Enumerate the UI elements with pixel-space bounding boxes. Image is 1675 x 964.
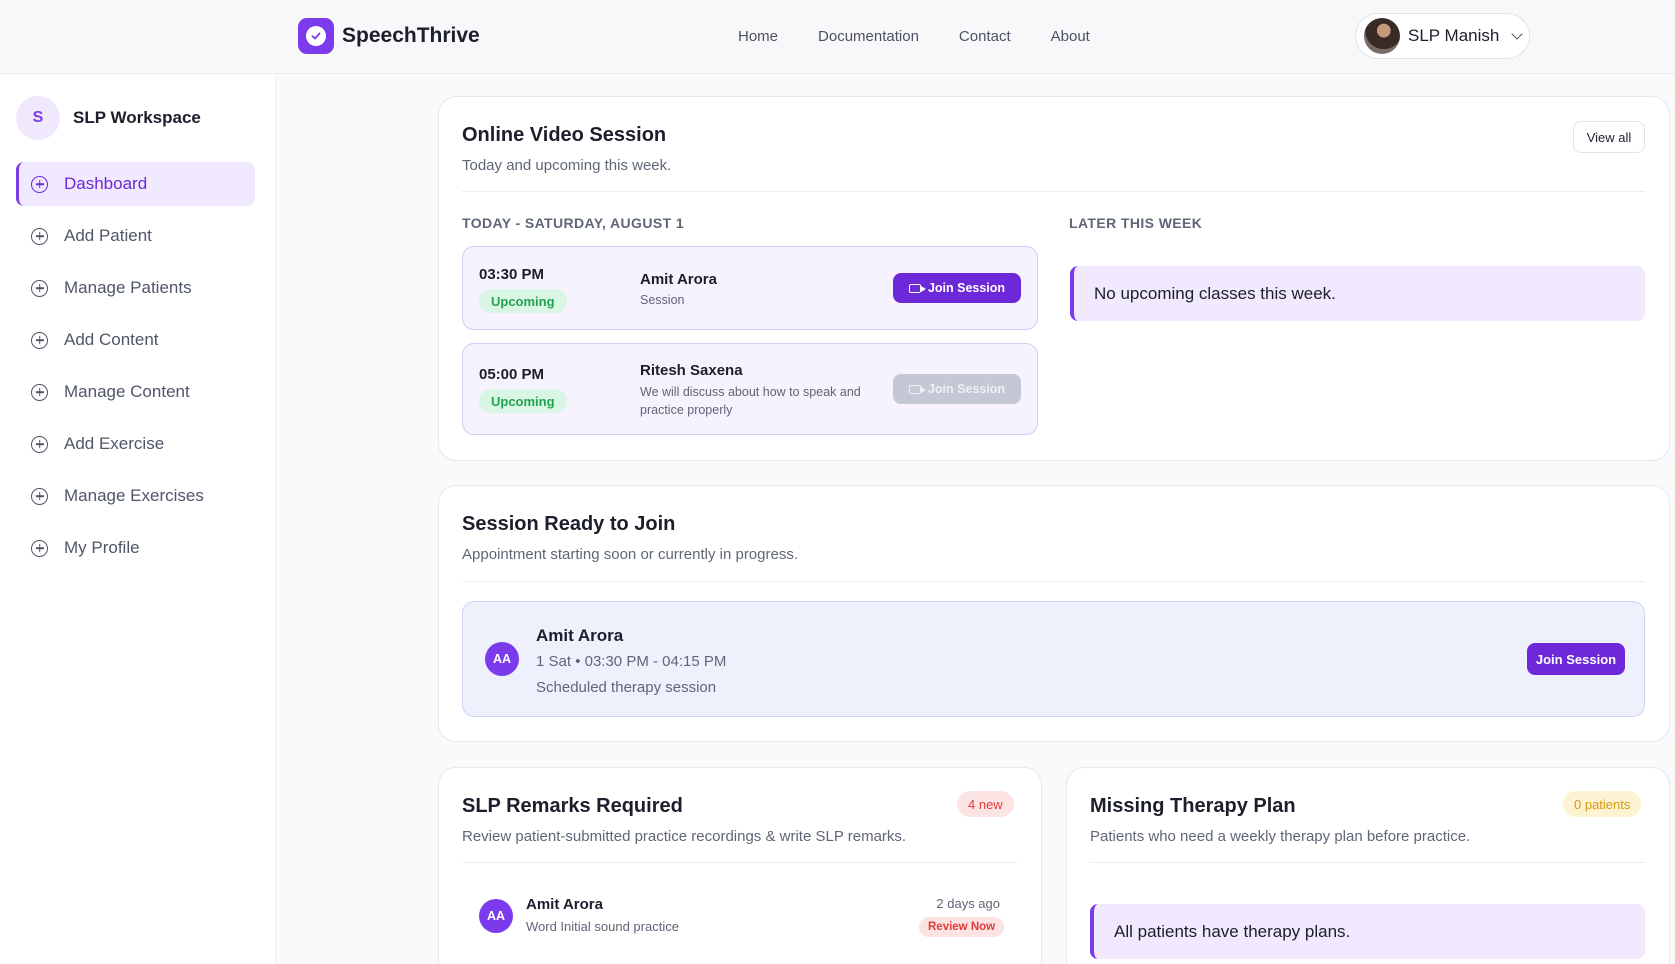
session-time: 05:00 PM: [479, 366, 545, 383]
brand-logo-icon: [298, 18, 334, 54]
join-session-button[interactable]: Join Session: [1527, 643, 1625, 675]
ready-session-subtitle: Appointment starting soon or currently i…: [462, 546, 798, 563]
status-badge: Upcoming: [479, 289, 567, 313]
session-patient-name: Amit Arora: [640, 271, 717, 288]
sidebar-item-manage-content[interactable]: Manage Content: [16, 370, 255, 414]
sidebar-item-my-profile[interactable]: My Profile: [16, 526, 255, 570]
avatar: [1364, 18, 1400, 54]
sidebar-item-label: My Profile: [64, 538, 140, 557]
workspace-header: S SLP Workspace: [16, 96, 201, 140]
divider: [462, 581, 1645, 582]
sidebar-item-label: Manage Content: [64, 382, 190, 401]
sidebar-item-label: Manage Patients: [64, 278, 192, 297]
nav-home[interactable]: Home: [738, 28, 778, 45]
therapy-empty-note: All patients have therapy plans.: [1090, 904, 1645, 959]
video-camera-icon: [908, 283, 926, 293]
workspace-avatar: S: [16, 96, 60, 140]
later-label: LATER THIS WEEK: [1069, 215, 1203, 231]
review-now-button[interactable]: Review Now: [919, 917, 1005, 937]
remarks-title: SLP Remarks Required: [462, 795, 683, 817]
top-navbar: SpeechThrive Home Documentation Contact …: [0, 0, 1675, 74]
video-session-title: Online Video Session: [462, 124, 667, 146]
user-name: SLP Manish: [1408, 26, 1500, 45]
sidebar-item-label: Dashboard: [64, 174, 148, 193]
plus-circle-icon: [31, 331, 48, 349]
workspace-name: SLP Workspace: [73, 108, 201, 127]
brand[interactable]: SpeechThrive: [298, 18, 480, 54]
session-description: We will discuss about how to speak and p…: [640, 385, 861, 417]
status-badge: Upcoming: [479, 389, 567, 413]
main-nav: Home Documentation Contact About: [738, 28, 1090, 45]
nav-contact[interactable]: Contact: [959, 28, 1011, 45]
ready-patient-name: Amit Arora: [536, 626, 624, 645]
sidebar-item-add-patient[interactable]: Add Patient: [16, 214, 255, 258]
ready-session-time: 1 Sat • 03:30 PM - 04:15 PM: [536, 653, 727, 670]
session-item: 05:00 PM Upcoming Ritesh Saxena We will …: [462, 343, 1038, 435]
session-patient-name: Ritesh Saxena: [640, 362, 743, 379]
remark-description: Word Initial sound practice: [526, 919, 679, 934]
plus-circle-icon: [31, 435, 48, 453]
sidebar-item-label: Add Patient: [64, 226, 152, 245]
nav-about[interactable]: About: [1051, 28, 1090, 45]
session-description: Session: [640, 293, 685, 307]
patient-avatar: AA: [479, 899, 513, 933]
patient-avatar: AA: [485, 642, 519, 676]
video-session-subtitle: Today and upcoming this week.: [462, 157, 672, 174]
brand-name: SpeechThrive: [342, 24, 480, 47]
sidebar-item-add-content[interactable]: Add Content: [16, 318, 255, 362]
sidebar-item-dashboard[interactable]: Dashboard: [16, 162, 255, 206]
divider: [462, 862, 1017, 863]
ready-session-description: Scheduled therapy session: [536, 679, 717, 696]
join-session-button-disabled[interactable]: Join Session: [893, 374, 1021, 404]
ready-session-item: AA Amit Arora 1 Sat • 03:30 PM - 04:15 P…: [462, 601, 1645, 717]
remarks-count-badge: 4 new: [957, 791, 1014, 817]
therapy-plan-subtitle: Patients who need a weekly therapy plan …: [1090, 828, 1471, 845]
sidebar-menu: Dashboard Add Patient Manage Patients Ad…: [16, 162, 255, 578]
remarks-subtitle: Review patient-submitted practice record…: [462, 828, 907, 845]
sidebar-item-label: Manage Exercises: [64, 486, 204, 505]
today-label: TODAY - SATURDAY, AUGUST 1: [462, 215, 684, 231]
later-empty-note: No upcoming classes this week.: [1070, 266, 1645, 321]
therapy-count-badge: 0 patients: [1563, 791, 1642, 817]
user-menu-button[interactable]: SLP Manish: [1355, 13, 1530, 59]
plus-circle-icon: [31, 227, 48, 245]
session-time: 03:30 PM: [479, 266, 545, 283]
sidebar-item-label: Add Content: [64, 330, 159, 349]
chevron-down-icon: [1511, 28, 1524, 40]
sidebar-item-add-exercise[interactable]: Add Exercise: [16, 422, 255, 466]
sidebar-item-label: Add Exercise: [64, 434, 165, 453]
therapy-plan-title: Missing Therapy Plan: [1090, 795, 1296, 817]
remark-timestamp: 2 days ago: [936, 896, 1000, 911]
plus-circle-icon: [31, 175, 48, 193]
view-all-button[interactable]: View all: [1573, 121, 1645, 153]
divider: [1090, 862, 1645, 863]
plus-circle-icon: [31, 383, 48, 401]
sidebar-item-manage-exercises[interactable]: Manage Exercises: [16, 474, 255, 518]
sidebar: S SLP Workspace Dashboard Add Patient Ma…: [0, 74, 276, 964]
remark-patient-name: Amit Arora: [526, 896, 603, 913]
plus-circle-icon: [31, 487, 48, 505]
ready-session-title: Session Ready to Join: [462, 513, 676, 535]
plus-circle-icon: [31, 279, 48, 297]
plus-circle-icon: [31, 539, 48, 557]
join-session-label: Join Session: [927, 382, 1006, 396]
sidebar-item-manage-patients[interactable]: Manage Patients: [16, 266, 255, 310]
session-item: 03:30 PM Upcoming Amit Arora Session Joi…: [462, 246, 1038, 330]
nav-documentation[interactable]: Documentation: [818, 28, 919, 45]
video-camera-icon: [908, 384, 926, 394]
join-session-label: Join Session: [927, 281, 1006, 295]
join-session-button[interactable]: Join Session: [893, 273, 1021, 303]
divider: [462, 191, 1645, 192]
